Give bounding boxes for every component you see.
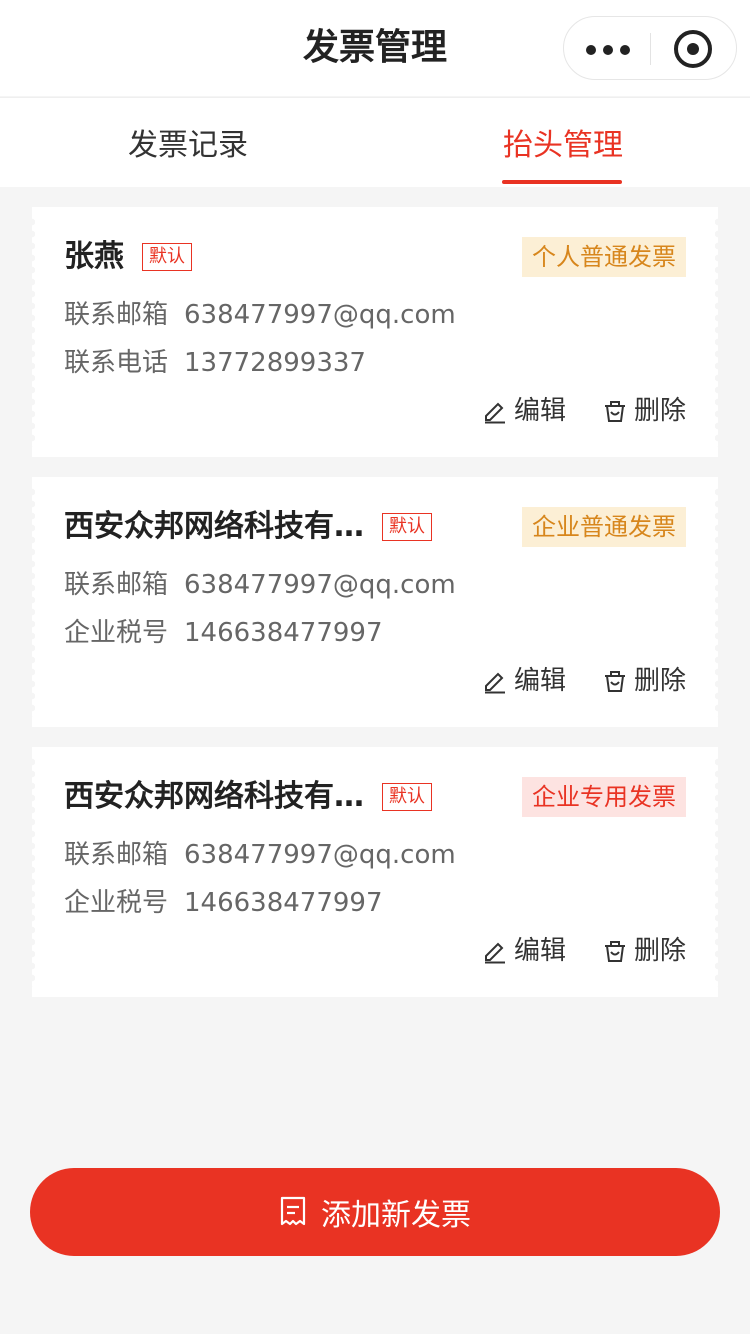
navigation-bar: 发票管理: [0, 0, 750, 96]
close-circle-icon[interactable]: [674, 30, 712, 68]
info-label: 联系邮箱: [64, 300, 169, 330]
card-name: 张燕: [64, 239, 124, 274]
tab-bar: 发票记录 抬头管理: [0, 97, 750, 187]
invoice-type-tag: 企业专用发票: [522, 777, 686, 817]
default-badge: 默认: [382, 513, 432, 541]
info-row-email: 联系邮箱 638477997@qq.com: [64, 837, 456, 873]
add-invoice-button[interactable]: 添加新发票: [30, 1168, 720, 1256]
delete-button[interactable]: 删除: [602, 663, 686, 699]
edit-label: 编辑: [514, 396, 567, 426]
edit-button[interactable]: 编辑: [482, 393, 566, 429]
invoice-title-card: 西安众邦网络科技有... 默认 企业普通发票 联系邮箱 638477997@qq.…: [29, 477, 721, 727]
mini-program-capsule: [563, 16, 737, 80]
edit-icon: [485, 942, 505, 964]
info-label: 联系电话: [64, 348, 169, 378]
info-label: 企业税号: [64, 888, 169, 918]
trash-icon: [605, 941, 625, 962]
info-label: 联系邮箱: [64, 570, 169, 600]
info-row-tax-number: 企业税号 146638477997: [64, 885, 383, 921]
info-label: 企业税号: [64, 618, 169, 648]
info-value: 146638477997: [184, 888, 383, 918]
info-row-phone: 联系电话 13772899337: [64, 345, 366, 381]
edit-button[interactable]: 编辑: [482, 663, 566, 699]
info-value: 146638477997: [184, 618, 383, 648]
info-value: 638477997@qq.com: [184, 840, 456, 870]
default-badge: 默认: [382, 783, 432, 811]
delete-button[interactable]: 删除: [602, 393, 686, 429]
invoice-icon: [280, 1196, 306, 1226]
info-value: 13772899337: [184, 348, 366, 378]
edit-button[interactable]: 编辑: [482, 933, 566, 969]
card-name: 西安众邦网络科技有...: [64, 779, 364, 814]
add-invoice-label: 添加新发票: [321, 1198, 471, 1233]
info-label: 联系邮箱: [64, 840, 169, 870]
delete-label: 删除: [634, 936, 687, 966]
edit-label: 编辑: [514, 666, 567, 696]
invoice-title-card: 张燕 默认 个人普通发票 联系邮箱 638477997@qq.com 联系电话 13…: [29, 207, 721, 457]
delete-label: 删除: [634, 396, 687, 426]
delete-button[interactable]: 删除: [602, 933, 686, 969]
info-value: 638477997@qq.com: [184, 300, 456, 330]
card-name: 西安众邦网络科技有...: [64, 509, 364, 544]
edit-label: 编辑: [514, 936, 567, 966]
invoice-type-tag: 个人普通发票: [522, 237, 686, 277]
trash-icon: [605, 671, 625, 692]
info-row-email: 联系邮箱 638477997@qq.com: [64, 567, 456, 603]
tab-invoice-records[interactable]: 发票记录: [68, 126, 308, 166]
more-dots-icon[interactable]: [586, 45, 630, 55]
delete-label: 删除: [634, 666, 687, 696]
info-row-tax-number: 企业税号 146638477997: [64, 615, 383, 651]
capsule-divider: [650, 33, 651, 65]
tab-title-management[interactable]: 抬头管理: [443, 126, 683, 166]
edit-icon: [485, 402, 505, 424]
trash-icon: [605, 401, 625, 422]
edit-icon: [485, 672, 505, 694]
invoice-type-tag: 企业普通发票: [522, 507, 686, 547]
info-value: 638477997@qq.com: [184, 570, 456, 600]
info-row-email: 联系邮箱 638477997@qq.com: [64, 297, 456, 333]
invoice-title-card: 西安众邦网络科技有... 默认 企业专用发票 联系邮箱 638477997@qq.…: [29, 747, 721, 997]
active-tab-indicator: [502, 180, 622, 184]
default-badge: 默认: [142, 243, 192, 271]
